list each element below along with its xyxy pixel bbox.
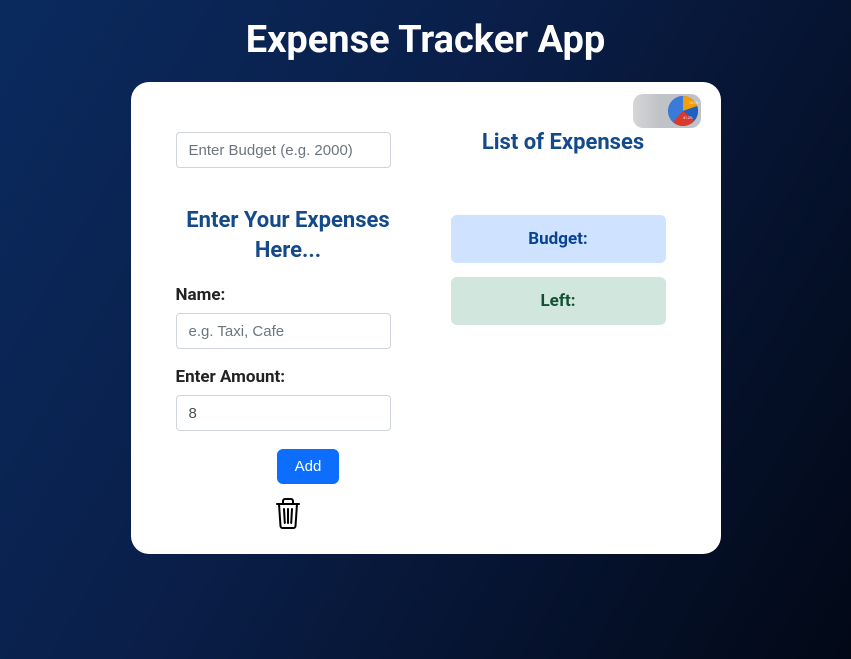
- add-button[interactable]: Add: [277, 449, 340, 484]
- svg-text:41.2%: 41.2%: [683, 116, 693, 120]
- expense-name-input[interactable]: [176, 313, 391, 349]
- name-label: Name:: [176, 285, 401, 305]
- pie-chart-icon: 12.1% 41.2%: [667, 95, 699, 127]
- trash-icon[interactable]: [273, 496, 303, 534]
- svg-text:12.1%: 12.1%: [689, 101, 699, 105]
- amount-label: Enter Amount:: [176, 367, 401, 387]
- expense-amount-input[interactable]: [176, 395, 391, 431]
- left-column: Enter Your Expenses Here... Name: Enter …: [176, 132, 401, 534]
- expenses-list-heading: List of Expenses: [451, 130, 676, 155]
- right-column: List of Expenses Budget: Left:: [451, 132, 676, 534]
- left-summary-box: Left:: [451, 277, 666, 325]
- amount-field-group: Enter Amount:: [176, 367, 401, 431]
- expenses-form-heading: Enter Your Expenses Here...: [176, 206, 401, 265]
- budget-input[interactable]: [176, 132, 391, 168]
- main-card: 12.1% 41.2% Enter Your Expenses Here... …: [131, 82, 721, 554]
- name-field-group: Name:: [176, 285, 401, 349]
- app-title: Expense Tracker App: [0, 18, 851, 62]
- budget-summary-box: Budget:: [451, 215, 666, 263]
- pie-chart-badge: 12.1% 41.2%: [633, 94, 701, 128]
